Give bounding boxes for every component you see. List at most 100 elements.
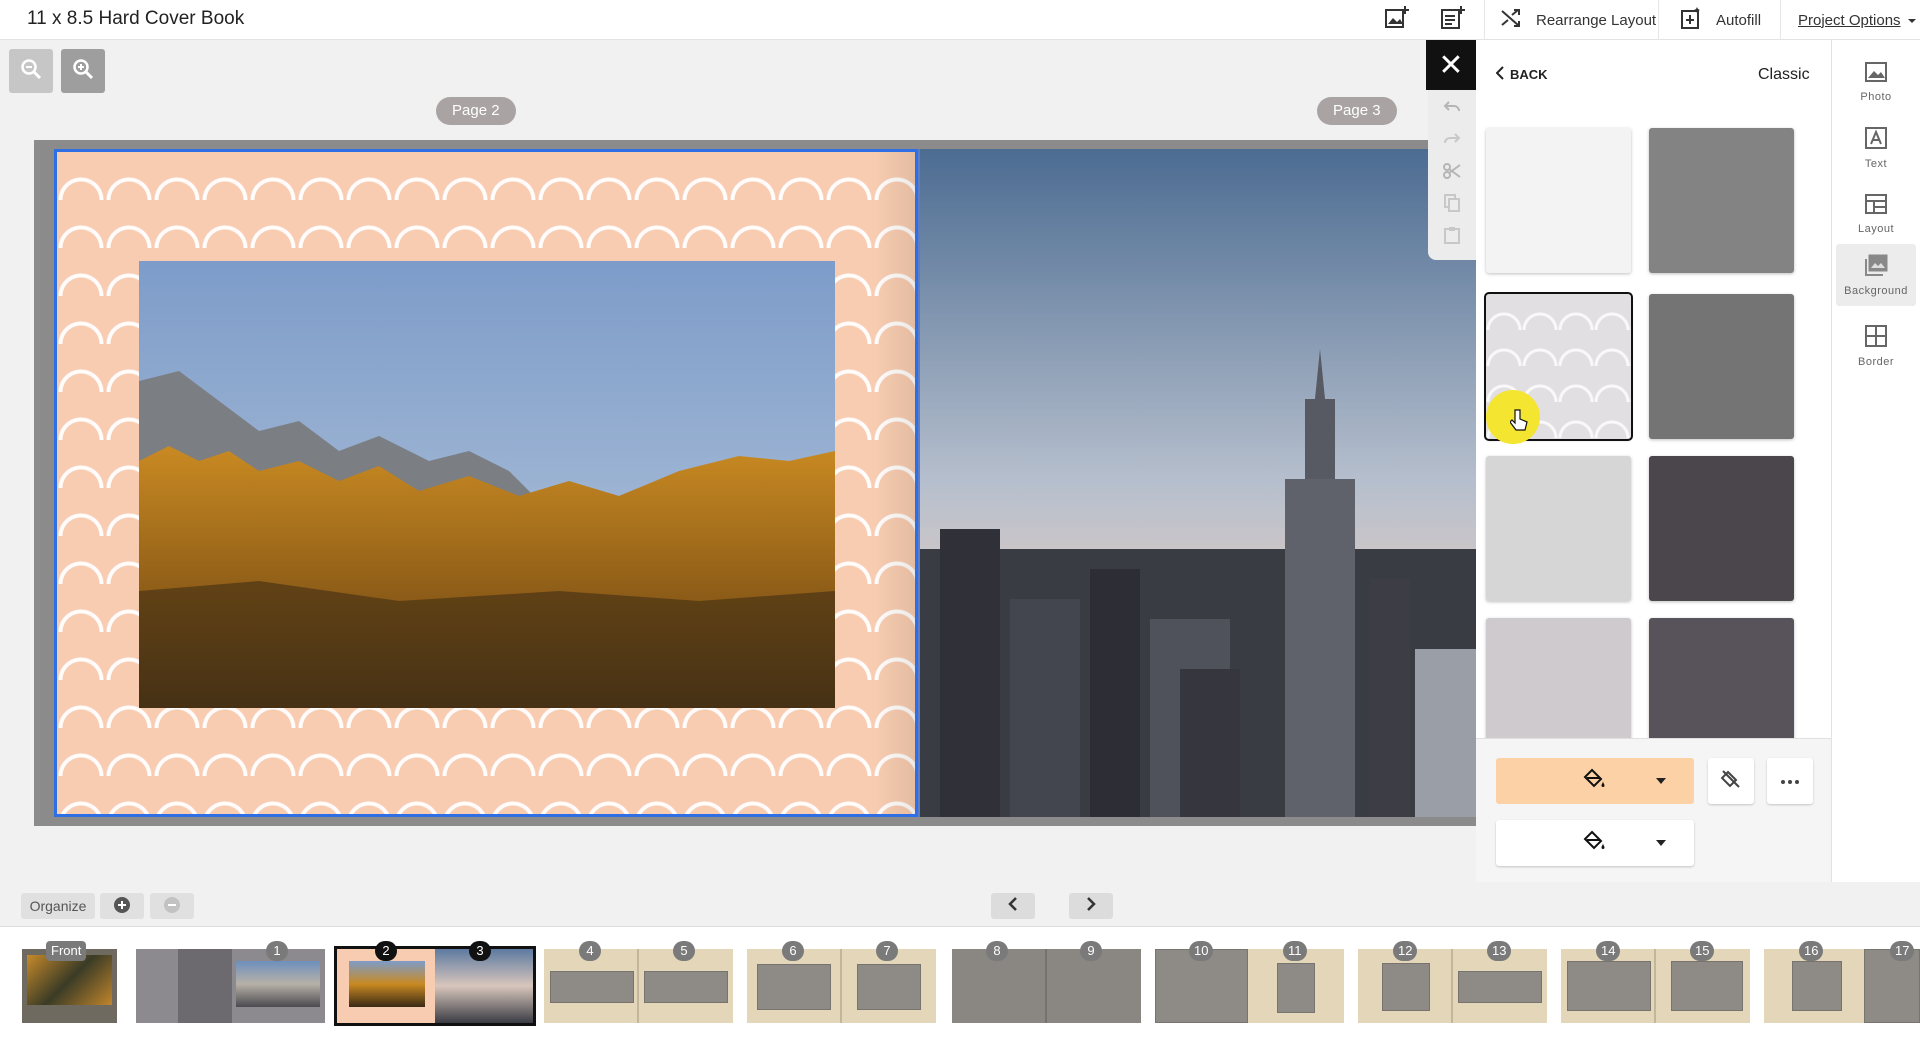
city-skyline-photo[interactable] bbox=[920, 149, 1476, 817]
text-icon bbox=[1865, 126, 1887, 152]
redo-button[interactable] bbox=[1441, 130, 1463, 152]
caret-down-icon bbox=[1907, 12, 1917, 29]
more-options-button[interactable] bbox=[1767, 758, 1813, 804]
photo-placeholder bbox=[757, 964, 831, 1010]
forest-photo[interactable] bbox=[139, 261, 835, 708]
spine-line bbox=[1654, 949, 1656, 1023]
project-options-label: Project Options bbox=[1798, 11, 1901, 29]
close-icon: ✕ bbox=[1438, 48, 1464, 82]
photo-placeholder bbox=[857, 964, 921, 1010]
page-label-right: Page 3 bbox=[1317, 97, 1397, 125]
swatch-damask-grey[interactable] bbox=[1649, 128, 1794, 273]
paste-button[interactable] bbox=[1441, 226, 1463, 248]
layout-icon bbox=[1865, 193, 1887, 217]
chevron-left-icon bbox=[1008, 896, 1018, 917]
zoom-out-icon bbox=[20, 58, 42, 85]
photo-placeholder bbox=[644, 971, 728, 1003]
copy-button[interactable] bbox=[1441, 193, 1463, 217]
thumbnail-spread[interactable] bbox=[1155, 949, 1344, 1023]
project-options-menu[interactable]: Project Options bbox=[1798, 0, 1917, 40]
cut-button[interactable] bbox=[1441, 162, 1463, 184]
add-photo-button[interactable] bbox=[1384, 0, 1410, 40]
page-label-left: Page 2 bbox=[436, 97, 516, 125]
close-panel-button[interactable]: ✕ bbox=[1426, 40, 1476, 90]
plus-circle-icon bbox=[113, 896, 131, 917]
page-number-badge: 10 bbox=[1189, 941, 1214, 961]
thumbnail-spread[interactable] bbox=[952, 949, 1141, 1023]
thumbnail-spread[interactable] bbox=[544, 949, 733, 1023]
swatch-plain-light[interactable] bbox=[1486, 456, 1631, 601]
primary-fill-color-button[interactable] bbox=[1496, 758, 1694, 804]
thumbnail-spread[interactable] bbox=[1561, 949, 1750, 1023]
chevron-left-icon bbox=[1495, 66, 1504, 83]
add-photo-icon bbox=[1384, 5, 1410, 35]
shuffle-icon bbox=[1500, 7, 1522, 33]
paste-icon bbox=[1444, 226, 1460, 249]
rearrange-layout-label: Rearrange Layout bbox=[1536, 11, 1657, 29]
page-number-badge: 17 bbox=[1890, 941, 1915, 961]
toolbar-divider bbox=[1484, 0, 1485, 40]
previous-spread-button[interactable] bbox=[991, 893, 1035, 919]
next-spread-button[interactable] bbox=[1069, 893, 1113, 919]
sidebar-label: Border bbox=[1857, 355, 1895, 368]
page-number-badge: 15 bbox=[1690, 941, 1715, 961]
zoom-in-button[interactable] bbox=[61, 49, 105, 93]
caret-down-icon bbox=[1656, 840, 1666, 846]
swatch-damask-dark-2[interactable] bbox=[1649, 618, 1794, 738]
page-fold-shadow bbox=[875, 152, 915, 814]
photo-icon bbox=[1865, 61, 1887, 85]
no-fill-button[interactable] bbox=[1708, 758, 1754, 804]
swatch-damask-light-2[interactable] bbox=[1486, 618, 1631, 738]
undo-button[interactable] bbox=[1441, 98, 1463, 120]
add-spread-button[interactable] bbox=[100, 893, 144, 919]
photo-placeholder bbox=[1671, 961, 1743, 1011]
rearrange-layout-button[interactable]: Rearrange Layout bbox=[1500, 0, 1656, 40]
border-icon bbox=[1865, 324, 1887, 350]
sidebar-item-background[interactable]: Background bbox=[1836, 244, 1916, 306]
autofill-label: Autofill bbox=[1716, 11, 1762, 29]
back-button[interactable]: BACK bbox=[1495, 66, 1548, 83]
minus-circle-icon bbox=[163, 896, 181, 917]
sidebar-item-border[interactable]: Border bbox=[1836, 316, 1916, 376]
swatch-grid bbox=[1476, 110, 1831, 738]
paint-bucket-icon bbox=[1583, 768, 1607, 795]
zoom-out-button[interactable] bbox=[9, 49, 53, 93]
sidebar-item-layout[interactable]: Layout bbox=[1836, 184, 1916, 244]
swatch-damask-dark[interactable] bbox=[1649, 456, 1794, 601]
sidebar-label: Text bbox=[1864, 157, 1888, 170]
photo-placeholder bbox=[1382, 963, 1430, 1011]
swatch-damask-light[interactable] bbox=[1486, 128, 1631, 273]
page-number-badge: 14 bbox=[1596, 941, 1621, 961]
add-page-button[interactable] bbox=[1440, 0, 1466, 40]
page-number-badge: 7 bbox=[876, 941, 898, 961]
swatch-damask-grey-2[interactable] bbox=[1649, 294, 1794, 439]
zoom-in-icon bbox=[72, 58, 94, 85]
thumbnail-spread-selected[interactable] bbox=[334, 946, 536, 1026]
thumbnail-spread[interactable] bbox=[136, 949, 325, 1023]
thumbnail-spread[interactable] bbox=[747, 949, 936, 1023]
page-number-badge: 6 bbox=[782, 941, 804, 961]
sidebar-label: Photo bbox=[1860, 90, 1892, 103]
sidebar-item-text[interactable]: Text bbox=[1836, 118, 1916, 178]
city-photo-thumb bbox=[236, 961, 320, 1007]
forest-photo-thumb bbox=[349, 961, 425, 1007]
page-number-badge: 16 bbox=[1799, 941, 1824, 961]
secondary-fill-color-button[interactable] bbox=[1496, 820, 1694, 866]
page-number-badge: 1 bbox=[266, 941, 288, 961]
more-horizontal-icon bbox=[1780, 772, 1800, 790]
thumbnail-spread[interactable] bbox=[1358, 949, 1547, 1023]
autofill-button[interactable]: Autofill bbox=[1680, 0, 1761, 40]
right-page-canvas[interactable] bbox=[918, 149, 1476, 817]
paint-bucket-icon bbox=[1583, 830, 1607, 857]
sidebar-label: Layout bbox=[1857, 222, 1895, 235]
organize-button[interactable]: Organize bbox=[21, 893, 95, 919]
page-number-badge: 9 bbox=[1080, 941, 1102, 961]
page-number-badge: 12 bbox=[1393, 941, 1418, 961]
spine-line bbox=[637, 949, 639, 1023]
remove-spread-button[interactable] bbox=[150, 893, 194, 919]
sidebar-label: Background bbox=[1844, 284, 1908, 297]
copy-icon bbox=[1444, 193, 1460, 217]
project-title: 11 x 8.5 Hard Cover Book bbox=[27, 8, 245, 29]
sidebar-item-photo[interactable]: Photo bbox=[1836, 52, 1916, 112]
page-number-badge: 5 bbox=[673, 941, 695, 961]
